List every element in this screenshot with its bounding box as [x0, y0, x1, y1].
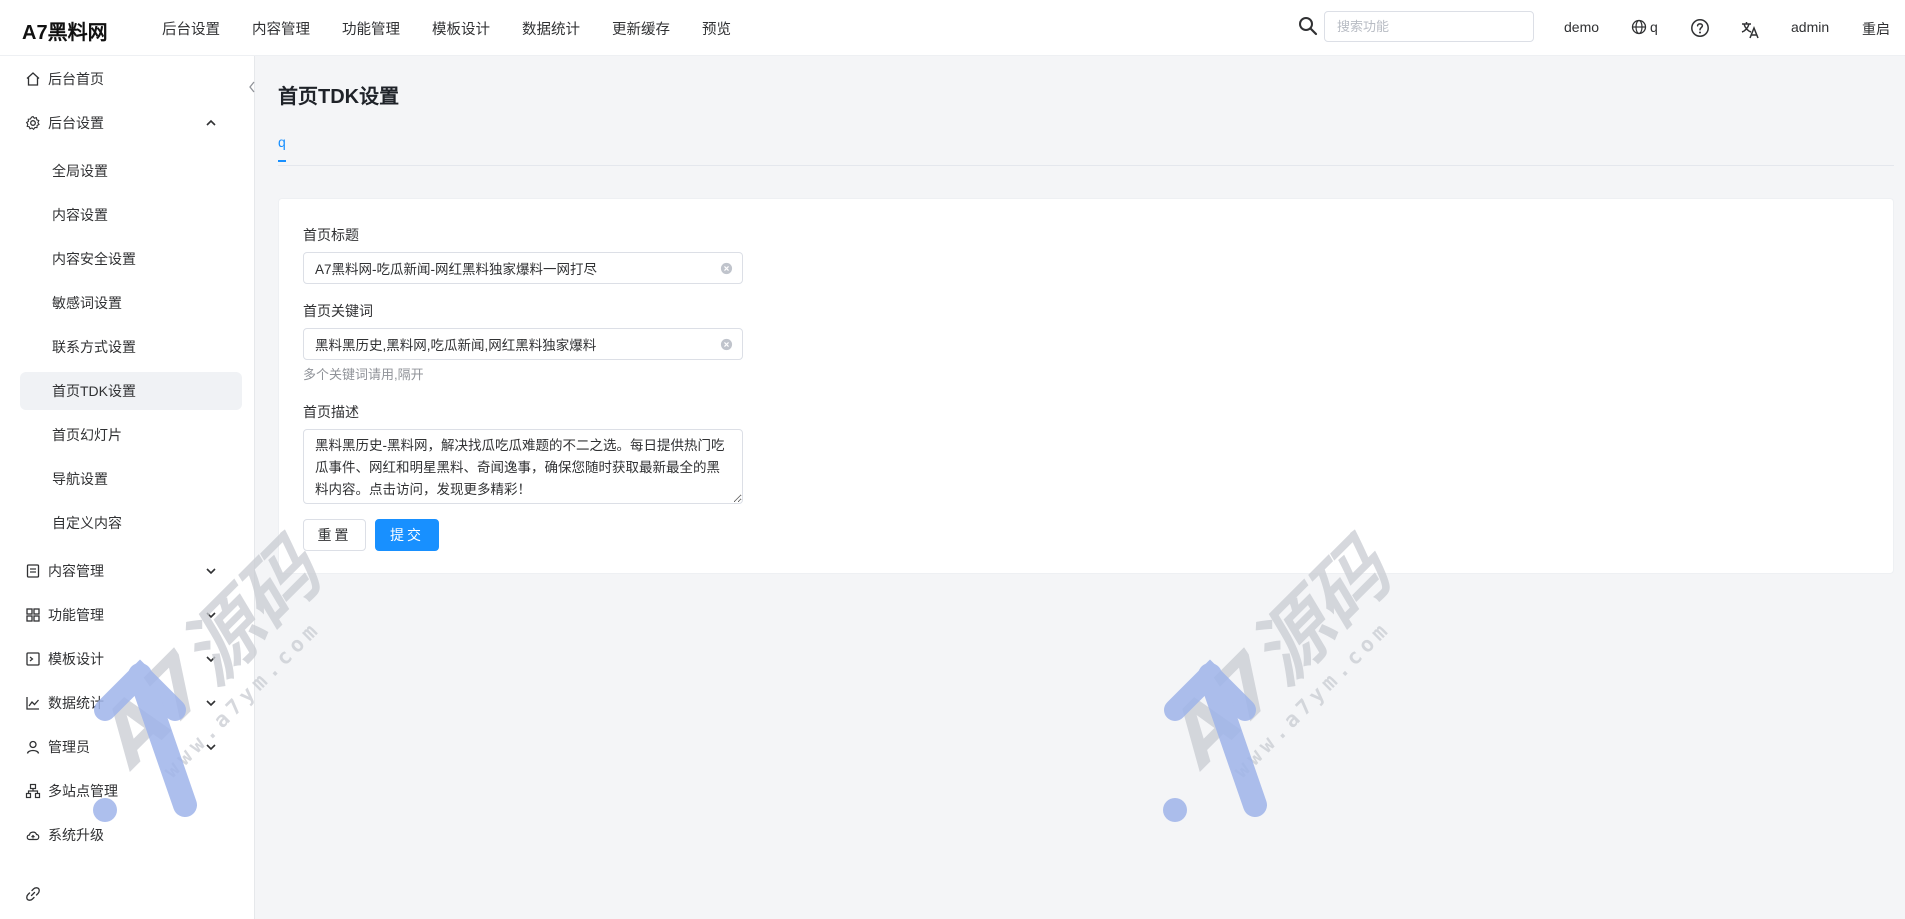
home-description-textarea[interactable]: 黑料黑历史-黑料网，解决找瓜吃瓜难题的不二之选。每日提供热门吃瓜事件、网红和明星…	[303, 429, 743, 504]
sidebar-subitem-global[interactable]: 全局设置	[20, 152, 242, 190]
home-keywords-input[interactable]	[304, 329, 742, 359]
clear-icon[interactable]	[720, 262, 733, 275]
sidebar-item-content-management[interactable]: 内容管理	[20, 552, 242, 590]
top-navigation: 后台设置 内容管理 功能管理 模板设计 数据统计 更新缓存 预览	[146, 0, 747, 56]
clear-icon[interactable]	[720, 338, 733, 351]
sidebar-item-admin[interactable]: 管理员	[20, 728, 242, 766]
home-title-field-wrapper	[303, 252, 743, 284]
sidebar-item-function-management[interactable]: 功能管理	[20, 596, 242, 634]
sidebar-item-label: 内容管理	[48, 563, 104, 579]
sidebar-item-label: 模板设计	[48, 651, 104, 667]
sidebar-item-statistics[interactable]: 数据统计	[20, 684, 242, 722]
topnav-preview[interactable]: 预览	[686, 18, 747, 39]
site-logo[interactable]: A7黑料网	[22, 16, 108, 45]
sidebar-item-label: 后台设置	[48, 115, 104, 131]
sidebar-item-label: 系统升级	[48, 827, 104, 843]
topnav-template-design[interactable]: 模板设计	[416, 18, 506, 39]
sidebar-subitem-content-security[interactable]: 内容安全设置	[20, 240, 242, 278]
tab-bar: q	[278, 128, 1894, 166]
sidebar-item-upgrade[interactable]: 系统升级	[20, 816, 242, 854]
sidebar-item-label: 管理员	[48, 739, 90, 755]
topnav-statistics[interactable]: 数据统计	[506, 18, 596, 39]
sidebar-subitem-contact[interactable]: 联系方式设置	[20, 328, 242, 366]
language-switcher[interactable]: q	[1650, 19, 1658, 35]
sidebar-item-label: 数据统计	[48, 695, 104, 711]
chevron-down-icon	[206, 656, 216, 663]
sidebar-subitem-home-tdk[interactable]: 首页TDK设置	[20, 372, 242, 410]
search-input[interactable]	[1324, 11, 1534, 42]
chevron-down-icon	[206, 612, 216, 619]
sidebar-item-template-design[interactable]: 模板设计	[20, 640, 242, 678]
keywords-help-text: 多个关键词请用,隔开	[303, 367, 424, 382]
home-description-label: 首页描述	[303, 404, 359, 420]
sidebar-subitem-slideshow[interactable]: 首页幻灯片	[20, 416, 242, 454]
gear-icon	[25, 115, 41, 131]
home-icon	[25, 71, 41, 87]
sidebar-subitem-sensitive-words[interactable]: 敏感词设置	[20, 284, 242, 322]
topnav-backend-settings[interactable]: 后台设置	[146, 18, 236, 39]
sidebar-subitem-content[interactable]: 内容设置	[20, 196, 242, 234]
home-keywords-field-wrapper	[303, 328, 743, 360]
topnav-content-management[interactable]: 内容管理	[236, 18, 326, 39]
sidebar-item-home[interactable]: 后台首页	[20, 60, 242, 98]
cloud-upgrade-icon	[25, 827, 41, 843]
link-icon[interactable]	[25, 886, 41, 902]
sidebar-item-label: 功能管理	[48, 607, 104, 623]
sidebar-item-settings[interactable]: 后台设置	[20, 104, 242, 142]
grid-icon	[25, 607, 41, 623]
sidebar-subitem-navigation[interactable]: 导航设置	[20, 460, 242, 498]
topnav-function-management[interactable]: 功能管理	[326, 18, 416, 39]
translate-icon[interactable]	[1740, 20, 1760, 40]
sidebar-item-label: 后台首页	[48, 71, 104, 87]
template-icon	[25, 651, 41, 667]
user-icon	[25, 739, 41, 755]
sidebar-collapse-icon[interactable]	[245, 76, 259, 98]
chevron-down-icon	[206, 700, 216, 707]
tab-q[interactable]: q	[278, 134, 286, 162]
globe-icon[interactable]	[1631, 19, 1647, 35]
search-icon[interactable]	[1298, 16, 1318, 36]
restart-button[interactable]: 重启	[1862, 19, 1890, 39]
topnav-refresh-cache[interactable]: 更新缓存	[596, 18, 686, 39]
sidebar-item-label: 多站点管理	[48, 783, 118, 799]
reset-button[interactable]: 重置	[303, 519, 366, 551]
chevron-down-icon	[206, 568, 216, 575]
sitemap-icon	[25, 783, 41, 799]
chart-icon	[25, 695, 41, 711]
page-title: 首页TDK设置	[278, 86, 400, 108]
watermark-url: www.a7ym.com	[1229, 616, 1396, 783]
sidebar-item-multisite[interactable]: 多站点管理	[20, 772, 242, 810]
site-switcher[interactable]: demo	[1564, 19, 1599, 35]
submit-button[interactable]: 提交	[375, 519, 439, 551]
home-title-label: 首页标题	[303, 227, 359, 243]
home-keywords-label: 首页关键词	[303, 303, 373, 319]
sidebar-subitem-custom-content[interactable]: 自定义内容	[20, 504, 242, 542]
user-menu[interactable]: admin	[1791, 19, 1829, 35]
chevron-up-icon	[206, 119, 216, 126]
top-header: A7黑料网 后台设置 内容管理 功能管理 模板设计 数据统计 更新缓存 预览 d…	[0, 0, 1905, 56]
home-title-input[interactable]	[304, 253, 742, 283]
document-icon	[25, 563, 41, 579]
chevron-down-icon	[206, 744, 216, 751]
help-icon[interactable]	[1690, 18, 1710, 38]
